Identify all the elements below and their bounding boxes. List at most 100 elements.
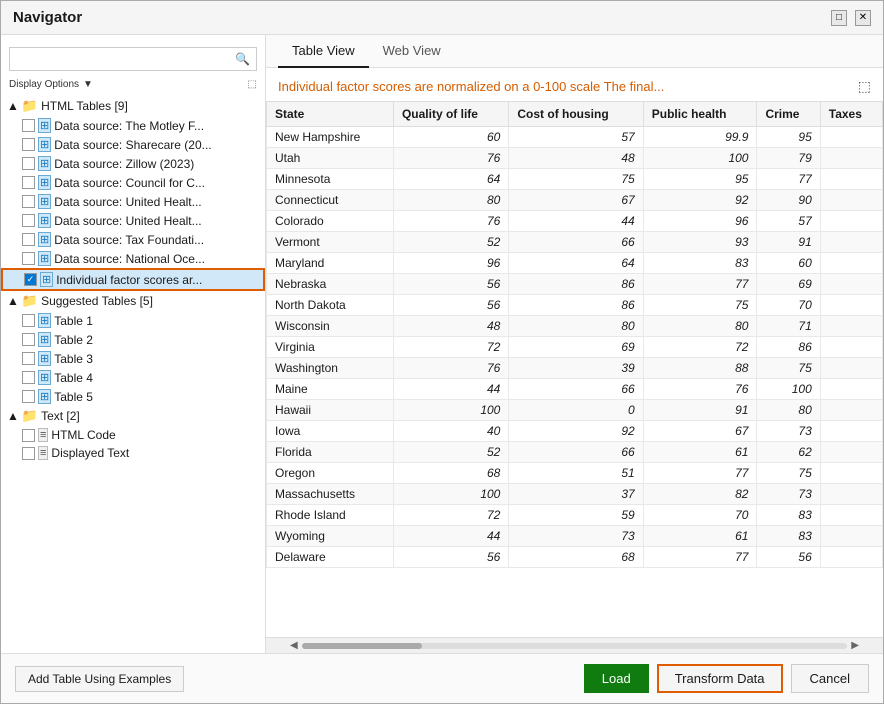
scroll-left-icon[interactable]: ◀ xyxy=(286,640,302,651)
table-cell: 64 xyxy=(393,169,508,190)
table-row: Maine446676100 xyxy=(267,379,883,400)
table-cell: 61 xyxy=(643,526,757,547)
table-row: Virginia72697286 xyxy=(267,337,883,358)
scroll-right-icon[interactable]: ▶ xyxy=(847,640,863,651)
table-cell: Oregon xyxy=(267,463,394,484)
scrollbar-thumb[interactable] xyxy=(302,643,422,649)
checkbox[interactable] xyxy=(22,314,35,327)
item-label: Displayed Text xyxy=(51,446,129,460)
search-input[interactable] xyxy=(10,48,229,70)
table-cell: 56 xyxy=(393,295,508,316)
table-cell: 100 xyxy=(393,484,508,505)
checkbox[interactable] xyxy=(22,119,35,132)
load-button[interactable]: Load xyxy=(584,664,649,693)
export-icon[interactable]: ⬚ xyxy=(858,78,871,95)
list-item-selected[interactable]: ✓ ⊞ Individual factor scores ar... xyxy=(1,268,265,291)
horizontal-scrollbar[interactable]: ◀ ▶ xyxy=(266,637,883,653)
folder-expand-icon: ▲ xyxy=(7,409,19,423)
checkbox[interactable] xyxy=(22,333,35,346)
table-cell: Maryland xyxy=(267,253,394,274)
table-cell: Wyoming xyxy=(267,526,394,547)
list-item[interactable]: ⊞ Data source: National Oce... xyxy=(1,249,265,268)
list-item[interactable]: ⊞ Data source: The Motley F... xyxy=(1,116,265,135)
list-item[interactable]: ⊞ Table 3 xyxy=(1,349,265,368)
tab-table-view[interactable]: Table View xyxy=(278,35,369,68)
checkbox[interactable] xyxy=(22,390,35,403)
data-table-container[interactable]: State Quality of life Cost of housing Pu… xyxy=(266,101,883,637)
minimize-button[interactable]: □ xyxy=(831,10,847,26)
list-item[interactable]: ≡ HTML Code xyxy=(1,426,265,444)
group-text[interactable]: ▲ 📁 Text [2] xyxy=(1,406,265,426)
table-icon: ⊞ xyxy=(38,351,51,366)
table-cell xyxy=(820,379,882,400)
list-item[interactable]: ⊞ Data source: Tax Foundati... xyxy=(1,230,265,249)
table-cell: Iowa xyxy=(267,421,394,442)
list-item[interactable]: ⊞ Data source: Zillow (2023) xyxy=(1,154,265,173)
table-cell: 76 xyxy=(643,379,757,400)
table-cell: 67 xyxy=(509,190,643,211)
checkbox[interactable] xyxy=(22,447,35,460)
navigator-dialog: Navigator □ ✕ 🔍 Display Options ▼ ⬚ ▲ 📁 xyxy=(0,0,884,704)
list-item[interactable]: ⊞ Table 2 xyxy=(1,330,265,349)
table-row: Iowa40926773 xyxy=(267,421,883,442)
table-cell: 86 xyxy=(509,295,643,316)
table-cell: 68 xyxy=(393,463,508,484)
checkbox-checked[interactable]: ✓ xyxy=(24,273,37,286)
search-icon: 🔍 xyxy=(229,48,256,70)
table-icon: ⊞ xyxy=(38,232,51,247)
table-cell: 66 xyxy=(509,232,643,253)
add-table-button[interactable]: Add Table Using Examples xyxy=(15,666,184,692)
table-cell: Vermont xyxy=(267,232,394,253)
checkbox[interactable] xyxy=(22,252,35,265)
checkbox[interactable] xyxy=(22,429,35,442)
table-cell xyxy=(820,190,882,211)
tab-web-view[interactable]: Web View xyxy=(369,35,455,68)
checkbox[interactable] xyxy=(22,214,35,227)
group-html-tables[interactable]: ▲ 📁 HTML Tables [9] xyxy=(1,96,265,116)
checkbox[interactable] xyxy=(22,176,35,189)
table-cell: 0 xyxy=(509,400,643,421)
transform-data-button[interactable]: Transform Data xyxy=(657,664,783,693)
checkbox[interactable] xyxy=(22,138,35,151)
new-table-icon[interactable]: ⬚ xyxy=(248,79,257,90)
display-options-row[interactable]: Display Options ▼ ⬚ xyxy=(1,77,265,96)
table-cell: 72 xyxy=(643,337,757,358)
table-cell: 73 xyxy=(757,421,820,442)
cancel-button[interactable]: Cancel xyxy=(791,664,869,693)
item-label: Table 2 xyxy=(54,333,93,347)
list-item[interactable]: ⊞ Data source: Sharecare (20... xyxy=(1,135,265,154)
table-row: Maryland96648360 xyxy=(267,253,883,274)
table-row: Hawaii10009180 xyxy=(267,400,883,421)
col-header-quality: Quality of life xyxy=(393,102,508,127)
checkbox[interactable] xyxy=(22,157,35,170)
list-item[interactable]: ⊞ Data source: United Healt... xyxy=(1,211,265,230)
list-item[interactable]: ⊞ Table 1 xyxy=(1,311,265,330)
table-cell: Rhode Island xyxy=(267,505,394,526)
table-cell: 80 xyxy=(643,316,757,337)
group-label: Text [2] xyxy=(41,409,80,423)
list-item[interactable]: ⊞ Data source: Council for C... xyxy=(1,173,265,192)
checkbox[interactable] xyxy=(22,233,35,246)
table-cell: 90 xyxy=(757,190,820,211)
left-panel: 🔍 Display Options ▼ ⬚ ▲ 📁 HTML Tables [9… xyxy=(1,35,266,653)
checkbox[interactable] xyxy=(22,371,35,384)
dialog-title: Navigator xyxy=(13,9,82,26)
table-cell: 57 xyxy=(757,211,820,232)
close-button[interactable]: ✕ xyxy=(855,10,871,26)
list-item[interactable]: ≡ Displayed Text xyxy=(1,444,265,462)
table-row: Vermont52669391 xyxy=(267,232,883,253)
group-label: HTML Tables [9] xyxy=(41,99,128,113)
table-cell: 70 xyxy=(643,505,757,526)
list-item[interactable]: ⊞ Table 5 xyxy=(1,387,265,406)
checkbox[interactable] xyxy=(22,195,35,208)
table-cell: 75 xyxy=(757,358,820,379)
group-suggested-tables[interactable]: ▲ 📁 Suggested Tables [5] xyxy=(1,291,265,311)
list-item[interactable]: ⊞ Table 4 xyxy=(1,368,265,387)
table-row: Connecticut80679290 xyxy=(267,190,883,211)
table-cell: 100 xyxy=(393,400,508,421)
list-item[interactable]: ⊞ Data source: United Healt... xyxy=(1,192,265,211)
table-row: Minnesota64759577 xyxy=(267,169,883,190)
checkbox[interactable] xyxy=(22,352,35,365)
table-cell: 56 xyxy=(393,274,508,295)
table-cell: 56 xyxy=(393,547,508,568)
